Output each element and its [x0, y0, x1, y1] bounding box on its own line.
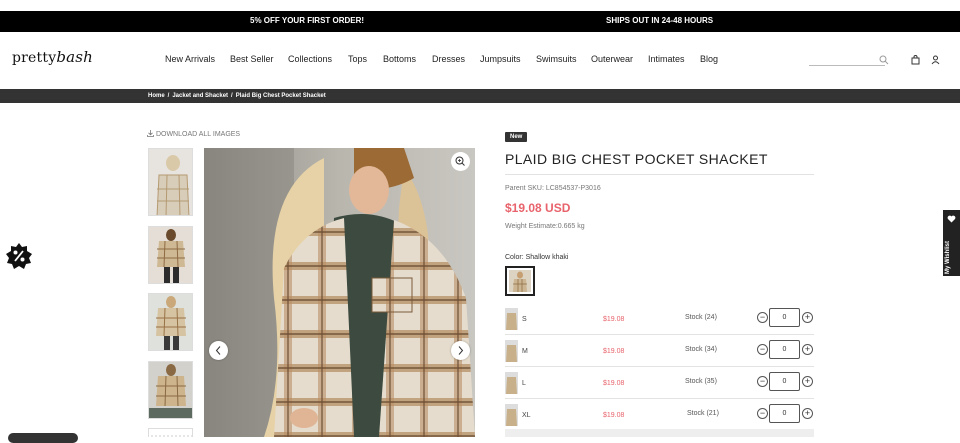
- promo-announcement: 5% OFF YOUR FIRST ORDER!: [250, 16, 365, 25]
- announcement-bar: 5% OFF YOUR FIRST ORDER! SHIPS OUT IN 24…: [0, 11, 960, 32]
- variant-row-l: L $19.08 Stock (35) − 0 +: [505, 369, 814, 399]
- product-thumbnail-3[interactable]: [148, 293, 193, 351]
- section-divider: [505, 429, 814, 437]
- nav-dresses[interactable]: Dresses: [432, 54, 465, 64]
- product-thumbnail-4[interactable]: [148, 361, 193, 419]
- variant-thumbnail: [505, 340, 518, 362]
- variant-price: $19.08: [603, 348, 625, 355]
- quantity-input[interactable]: 0: [769, 372, 800, 391]
- zoom-button[interactable]: [451, 152, 470, 171]
- nav-tops[interactable]: Tops: [348, 54, 367, 64]
- gallery-next-button[interactable]: [451, 341, 470, 360]
- variant-size: L: [522, 380, 526, 387]
- decrease-qty-button[interactable]: −: [757, 312, 768, 323]
- shopping-bag-icon[interactable]: [911, 55, 920, 65]
- zoom-in-icon: [455, 156, 465, 166]
- variant-thumbnail: [505, 308, 518, 330]
- site-header: prettybash New Arrivals Best Seller Coll…: [0, 32, 960, 89]
- my-wishlist-tab[interactable]: My Wishlist: [943, 210, 960, 276]
- heart-icon: [947, 215, 956, 223]
- increase-qty-button[interactable]: +: [802, 376, 813, 387]
- variant-stock: Stock (35): [685, 378, 717, 385]
- breadcrumb-current: Plaid Big Chest Pocket Shacket: [235, 93, 326, 99]
- breadcrumb-category[interactable]: Jacket and Shacket: [172, 93, 228, 99]
- chat-widget-button[interactable]: [8, 433, 78, 443]
- quantity-input[interactable]: 0: [769, 340, 800, 359]
- variant-thumbnail: [505, 372, 518, 394]
- variant-size: XL: [522, 412, 531, 419]
- nav-collections[interactable]: Collections: [288, 54, 332, 64]
- breadcrumb-home[interactable]: Home: [148, 93, 165, 99]
- quantity-input[interactable]: 0: [769, 308, 800, 327]
- shipping-announcement: SHIPS OUT IN 24-48 HOURS: [606, 16, 714, 25]
- nav-bottoms[interactable]: Bottoms: [383, 54, 416, 64]
- product-thumbnail-1[interactable]: [148, 148, 193, 216]
- gallery-prev-button[interactable]: [209, 341, 228, 360]
- product-title: PLAID BIG CHEST POCKET SHACKET: [505, 151, 768, 167]
- search-icon[interactable]: [879, 55, 889, 65]
- weight-estimate: Weight Estimate:0.665 kg: [505, 223, 585, 230]
- product-thumbnail-2[interactable]: [148, 226, 193, 284]
- color-swatch-shallow-khaki[interactable]: [505, 266, 535, 296]
- decrease-qty-button[interactable]: −: [757, 408, 768, 419]
- percent-badge-icon: [6, 243, 32, 269]
- increase-qty-button[interactable]: +: [802, 312, 813, 323]
- nav-outerwear[interactable]: Outerwear: [591, 54, 633, 64]
- variant-thumbnail: [505, 404, 518, 426]
- user-icon[interactable]: [931, 55, 940, 65]
- chevron-right-icon: [458, 346, 464, 355]
- chevron-left-icon: [215, 346, 221, 355]
- discount-promo-button[interactable]: [6, 243, 32, 274]
- variant-stock: Stock (24): [685, 314, 717, 321]
- variant-size: M: [522, 348, 528, 355]
- variant-size: S: [522, 316, 527, 323]
- variant-stock: Stock (21): [687, 410, 719, 417]
- quantity-input[interactable]: 0: [769, 404, 800, 423]
- site-logo[interactable]: prettybash: [12, 48, 93, 66]
- variant-price: $19.08: [603, 316, 625, 323]
- variant-row-m: M $19.08 Stock (34) − 0 +: [505, 337, 814, 367]
- product-main-image: [204, 148, 475, 437]
- product-sku: Parent SKU: LC854537-P3016: [505, 185, 601, 192]
- breadcrumb: Home / Jacket and Shacket / Plaid Big Chest …: [0, 89, 960, 103]
- variant-price: $19.08: [603, 412, 625, 419]
- color-label: Color: Shallow khaki: [505, 254, 569, 261]
- wishlist-label: My Wishlist: [945, 241, 951, 274]
- decrease-qty-button[interactable]: −: [757, 376, 768, 387]
- nav-intimates[interactable]: Intimates: [648, 54, 685, 64]
- variant-stock: Stock (34): [685, 346, 717, 353]
- increase-qty-button[interactable]: +: [802, 344, 813, 355]
- new-badge: New: [505, 132, 528, 142]
- nav-best-seller[interactable]: Best Seller: [230, 54, 274, 64]
- nav-jumpsuits[interactable]: Jumpsuits: [480, 54, 521, 64]
- product-thumbnail-5[interactable]: [148, 428, 193, 437]
- decrease-qty-button[interactable]: −: [757, 344, 768, 355]
- title-divider: [505, 174, 814, 175]
- product-price: $19.08 USD: [505, 201, 571, 215]
- download-all-images-link[interactable]: DOWNLOAD ALL IMAGES: [147, 130, 240, 138]
- increase-qty-button[interactable]: +: [802, 408, 813, 419]
- nav-swimsuits[interactable]: Swimsuits: [536, 54, 577, 64]
- variant-row-xl: XL $19.08 Stock (21) − 0 +: [505, 401, 814, 431]
- search-input[interactable]: [809, 52, 885, 66]
- variant-price: $19.08: [603, 380, 625, 387]
- download-icon: [147, 130, 154, 137]
- variant-row-s: S $19.08 Stock (24) − 0 +: [505, 305, 814, 335]
- nav-new-arrivals[interactable]: New Arrivals: [165, 54, 215, 64]
- nav-blog[interactable]: Blog: [700, 54, 718, 64]
